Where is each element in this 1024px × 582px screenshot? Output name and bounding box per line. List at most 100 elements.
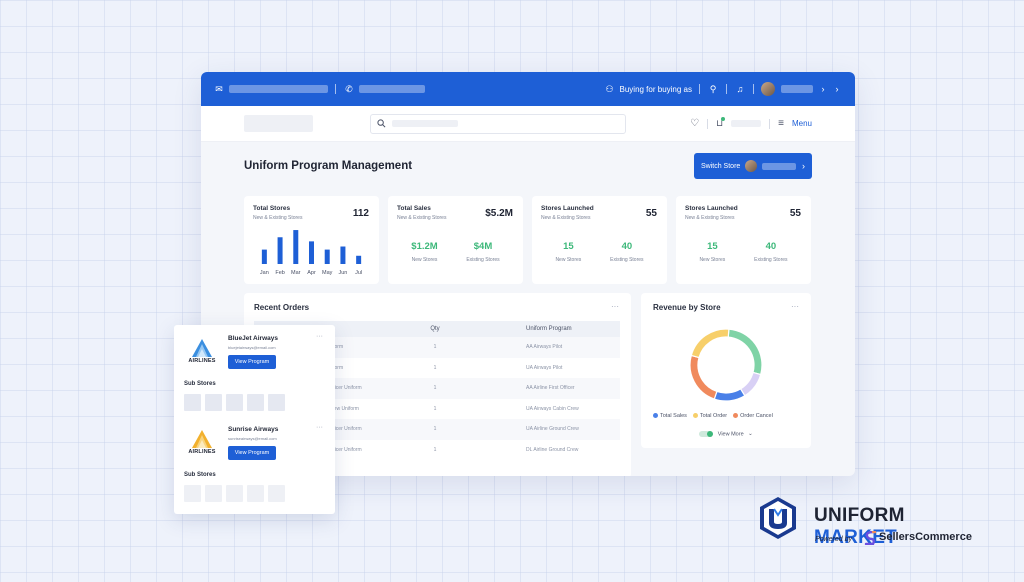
tick-label: Apr [307,270,316,276]
legend-label: Total Sales [660,413,687,419]
mail-icon: ✉ [215,83,223,94]
bar-feb[interactable] [277,237,283,264]
tick-label: May [322,270,333,276]
kpi-subtitle: New & Existing Stores [685,215,735,221]
view-more-label: View More [717,431,744,438]
view-program-button[interactable]: View Program [228,355,276,369]
search-icon [377,119,386,128]
avatar[interactable] [761,82,775,96]
search-input[interactable] [370,113,626,134]
more-icon[interactable]: ··· [316,333,323,340]
logo-word: AIRLINES [188,448,216,455]
more-icon[interactable]: ··· [791,302,799,311]
kpi-right-number: $4M [473,241,493,252]
partner-name: SellersCommerce [879,531,972,543]
sub-store-tile[interactable] [247,485,264,502]
revenue-panel: Revenue by Store ··· Total Sales Total Or… [641,293,811,448]
donut-segment[interactable] [713,388,746,402]
kpi-right-number: 40 [765,241,777,252]
cell-program: AA Airways Pilot [526,344,563,351]
legend-dot [692,413,698,419]
cell-program: AA Airline First Officer [526,385,575,392]
cart-icon[interactable]: ⊔ [716,117,726,129]
tick-label: Jul [355,270,362,276]
sub-store-list [184,394,325,411]
sub-store-tile[interactable] [184,485,201,502]
cell-program: UA Airways Pilot [526,364,563,371]
tick-label: Mar [291,270,301,276]
view-more-toggle[interactable]: View More ⌄ [641,431,811,437]
legend-item: Order Cancel [733,413,773,419]
donut-segment[interactable] [690,328,730,359]
view-program-button[interactable]: View Program [228,446,276,460]
sub-store-tile[interactable] [205,394,222,411]
chart-legend: Total Sales Total Order Order Cancel [653,413,773,419]
legend-label: Total Order [699,413,728,419]
chevron-right-icon[interactable]: › [817,83,829,95]
bar-jul[interactable] [356,255,362,264]
bar-jan[interactable] [261,249,267,264]
switch-store-button[interactable]: Switch Store › [694,153,812,179]
bar-may[interactable] [324,249,330,264]
kpi-right-label: Existing Stores [754,257,788,263]
user-plus-icon[interactable]: ⚇ [604,83,616,95]
revenue-donut-chart [689,328,763,402]
chevron-right-icon: › [802,161,805,171]
logo-placeholder [244,115,313,132]
sub-stores-title: Sub Stores [184,472,216,478]
menu-icon[interactable]: ≡ [778,118,784,129]
chevron-right-icon[interactable]: › [831,83,843,95]
sub-stores-title: Sub Stores [184,381,216,387]
legend-item: Total Order [692,413,728,419]
bell-icon[interactable]: ♫ [734,83,746,95]
bar-jun[interactable] [340,246,346,264]
donut-segment[interactable] [739,371,762,397]
kpi-left-number: $1.2M [411,241,438,252]
airline-email: sunriseairways@email.com [228,436,277,441]
sub-store-tile[interactable] [226,485,243,502]
menu-label[interactable]: Menu [792,119,812,128]
heart-icon[interactable]: ♡ [690,118,699,129]
bar-mar[interactable] [293,230,299,264]
kpi-value: 112 [352,208,369,219]
stores-bar-chart: Jan Feb Mar Apr May Jun Jul [260,230,362,276]
donut-segment[interactable] [689,354,718,400]
bar-apr[interactable] [309,241,314,264]
divider [726,84,727,94]
more-icon[interactable]: ··· [316,424,323,431]
kpi-title: Stores Launched [541,205,594,212]
airplane-logo-icon [192,429,212,448]
buying-for-label[interactable]: Buying for buying as [620,85,693,94]
chevron-down-icon: ⌄ [748,431,753,438]
kpi-value: 55 [789,208,801,219]
airline-email: bluejetairways@email.com [228,345,276,350]
cell-qty: 1 [433,405,437,412]
airline-item: AIRLINES Sunrise Airways sunriseairways@… [184,424,325,460]
kpi-subtitle: New & Existing Stores [541,215,591,221]
phone-icon: ✆ [345,83,353,94]
more-icon[interactable]: ··· [611,302,619,311]
sub-store-tile[interactable] [268,485,285,502]
user-icon[interactable]: ⚲ [707,83,719,95]
kpi-value: $5.2M [485,208,513,219]
sub-store-tile[interactable] [205,485,222,502]
sub-store-tile[interactable] [268,394,285,411]
brand-name-uniform: UNIFORM [814,505,905,526]
cell-program: DL Airline Ground Crew [526,446,579,453]
airline-logo: AIRLINES [184,424,220,460]
sub-store-tile[interactable] [226,394,243,411]
column-header-program: Uniform Program [526,326,572,332]
airline-card: AIRLINES BlueJet Airways bluejetairways@… [174,325,335,514]
airplane-logo-icon [192,338,212,357]
divider [707,118,709,129]
search-placeholder [392,120,458,127]
sub-store-tile[interactable] [184,394,201,411]
sub-store-tile[interactable] [247,394,264,411]
donut-segment[interactable] [727,328,763,376]
switch-store-label: Switch Store [701,162,741,170]
legend-dot [733,413,739,419]
cell-program: UA Airline Ground Crew [526,426,579,433]
kpi-left-number: 15 [707,241,718,252]
tick-label: Jan [260,270,269,276]
kpi-total-stores: Total Stores New & Existing Stores 112 J… [244,196,379,284]
